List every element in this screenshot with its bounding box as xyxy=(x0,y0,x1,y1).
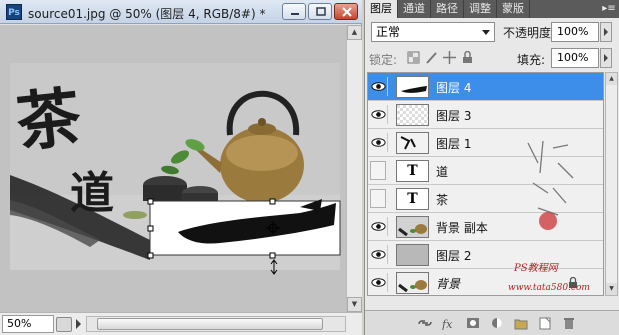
delete-layer-icon[interactable] xyxy=(561,316,577,330)
layer-name[interactable]: 图层 2 xyxy=(436,247,471,264)
blend-mode-select[interactable]: 正常 xyxy=(371,22,495,42)
watermark-label: PS教程网 xyxy=(514,263,558,274)
tab-paths[interactable]: 路径 xyxy=(431,0,464,18)
layer-name[interactable]: 道 xyxy=(436,163,448,180)
layer-name[interactable]: 图层 3 xyxy=(436,107,471,124)
document-title: source01.jpg @ 50% (图层 4, RGB/8#) * xyxy=(28,7,266,21)
visibility-toggle-off[interactable] xyxy=(370,189,386,208)
fill-slider-button[interactable] xyxy=(600,48,612,68)
tab-channels[interactable]: 通道 xyxy=(398,0,431,18)
document-window: Ps source01.jpg @ 50% (图层 4, RGB/8#) * 茶… xyxy=(0,0,362,335)
layer-row-layer4[interactable]: 图层 4 xyxy=(368,73,603,101)
close-button[interactable] xyxy=(334,3,358,20)
watermark-url: www.tata580.com xyxy=(508,283,590,293)
maximize-button[interactable] xyxy=(308,3,332,20)
layer-thumbnail xyxy=(396,132,429,154)
text-layer-thumbnail: T xyxy=(396,188,429,210)
panel-tabs: 图层 通道 路径 调整 蒙版 xyxy=(365,0,619,18)
eye-icon[interactable] xyxy=(370,273,388,292)
tab-adjustments[interactable]: 调整 xyxy=(464,0,497,18)
opacity-input[interactable]: 100% xyxy=(551,22,599,42)
layer-style-fx-icon[interactable]: fx xyxy=(441,316,457,330)
layer-thumbnail xyxy=(396,244,429,266)
layer-thumbnail xyxy=(396,216,429,238)
eye-icon[interactable] xyxy=(370,105,388,124)
scroll-down-arrow-icon[interactable]: ▼ xyxy=(347,297,362,312)
visibility-toggle-off[interactable] xyxy=(370,161,386,180)
layers-list: 图层 4 图层 3 图层 1 T 道 T 茶 背景 副本 图层 2 背景 PS教… xyxy=(367,72,604,296)
text-layer-thumbnail: T xyxy=(396,160,429,182)
eye-icon[interactable] xyxy=(370,133,388,152)
zoom-level-field[interactable]: 50% xyxy=(2,315,54,333)
layer-thumbnail xyxy=(396,104,429,126)
layer-name[interactable]: 图层 4 xyxy=(436,79,471,96)
layers-panel: 图层 通道 路径 调整 蒙版 ▸≡ 正常 不透明度: 100% 锁定: 填充: … xyxy=(364,0,619,335)
blend-mode-value: 正常 xyxy=(376,25,401,39)
document-title-bar[interactable]: Ps source01.jpg @ 50% (图层 4, RGB/8#) * xyxy=(0,0,362,24)
lock-transparent-pixels-icon[interactable] xyxy=(407,51,420,64)
scroll-down-arrow-icon[interactable]: ▼ xyxy=(606,283,617,295)
chevron-down-icon xyxy=(482,30,490,35)
adjustment-layer-icon[interactable] xyxy=(489,316,505,330)
document-horizontal-scrollbar[interactable] xyxy=(86,316,346,332)
layer-thumbnail xyxy=(396,272,429,294)
opacity-slider-button[interactable] xyxy=(600,22,612,42)
link-layers-icon[interactable] xyxy=(417,316,433,330)
layers-bottom-toolbar: fx xyxy=(365,310,619,335)
layer-row-layer3[interactable]: 图层 3 xyxy=(368,101,603,129)
layer-row-layer2[interactable]: 图层 2 xyxy=(368,241,603,269)
eye-icon[interactable] xyxy=(370,217,388,236)
lock-all-icon[interactable] xyxy=(461,51,474,64)
lock-label: 锁定: xyxy=(369,53,398,67)
lock-fill-row: 锁定: 填充: 100% xyxy=(369,48,617,70)
layer-name[interactable]: 茶 xyxy=(436,191,448,208)
eye-icon[interactable] xyxy=(370,77,388,96)
layers-scrollbar[interactable]: ▲ ▼ xyxy=(605,72,618,296)
canvas-calligraphy-dao: 道 xyxy=(70,168,114,219)
horizontal-scroll-thumb[interactable] xyxy=(97,318,323,330)
lock-position-icon[interactable] xyxy=(443,51,456,64)
layer-name[interactable]: 背景 副本 xyxy=(436,219,488,236)
scroll-up-arrow-icon[interactable]: ▲ xyxy=(347,25,362,40)
new-layer-icon[interactable] xyxy=(537,316,553,330)
lock-image-pixels-icon[interactable] xyxy=(425,51,438,64)
eye-icon[interactable] xyxy=(370,245,388,264)
layer-name[interactable]: 图层 1 xyxy=(436,135,471,152)
svg-text:fx: fx xyxy=(441,318,453,330)
new-group-icon[interactable] xyxy=(513,316,529,330)
watermark-calligraphy xyxy=(527,140,574,230)
blend-opacity-row: 正常 不透明度: 100% xyxy=(369,22,617,44)
tab-masks[interactable]: 蒙版 xyxy=(497,0,530,18)
layer-thumbnail xyxy=(396,76,429,98)
scroll-up-arrow-icon[interactable]: ▲ xyxy=(606,73,617,85)
canvas-calligraphy-cha: 茶 xyxy=(12,79,85,162)
document-info-icon[interactable] xyxy=(56,317,72,332)
tab-layers[interactable]: 图层 xyxy=(365,0,398,18)
opacity-label: 不透明度: xyxy=(503,26,556,40)
status-menu-arrow-icon[interactable] xyxy=(76,319,81,329)
minimize-button[interactable] xyxy=(282,3,306,20)
panel-menu-icon[interactable]: ▸≡ xyxy=(602,2,616,16)
fill-input[interactable]: 100% xyxy=(551,48,599,68)
document-status-bar: 50% xyxy=(0,312,362,335)
photoshop-logo-icon: Ps xyxy=(6,4,22,20)
canvas-area[interactable]: 茶 道 xyxy=(0,25,346,312)
fill-label: 填充: xyxy=(517,53,546,67)
document-vertical-scrollbar[interactable]: ▲ ▼ xyxy=(346,25,362,312)
layer-name[interactable]: 背景 xyxy=(436,275,460,292)
window-controls xyxy=(282,3,358,20)
add-mask-icon[interactable] xyxy=(465,316,481,330)
